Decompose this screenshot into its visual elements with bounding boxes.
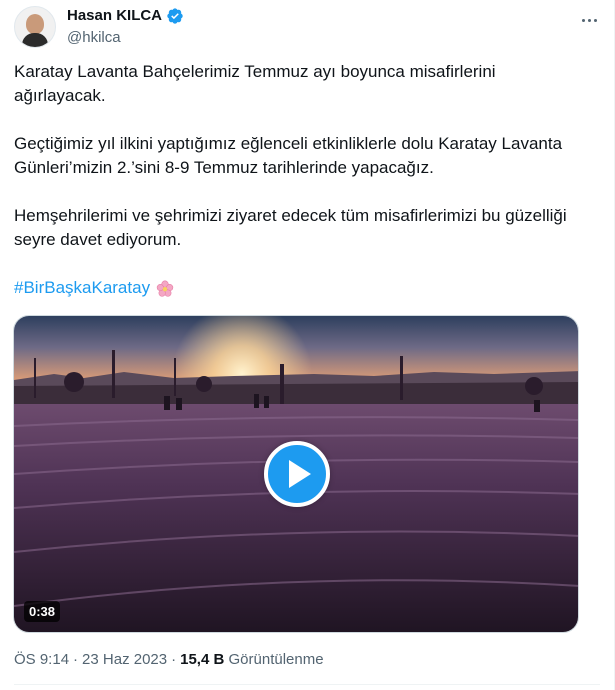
- video-player[interactable]: 0:38: [13, 315, 579, 633]
- tweet-header: Hasan KILCA @hkilca: [14, 4, 600, 54]
- cherry-blossom-icon: [156, 280, 174, 297]
- verified-badge-icon: [167, 8, 183, 24]
- views-count[interactable]: 15,4 B: [180, 651, 224, 668]
- author-info: Hasan KILCA @hkilca: [67, 6, 184, 48]
- tweet-paragraph: Karatay Lavanta Bahçelerimiz Temmuz ayı …: [14, 62, 496, 105]
- author-name-row: Hasan KILCA: [67, 6, 184, 26]
- tweet-date[interactable]: 23 Haz 2023: [82, 651, 167, 668]
- views-label: Görüntülenme: [228, 651, 324, 668]
- tweet-text: Karatay Lavanta Bahçelerimiz Temmuz ayı …: [14, 60, 586, 300]
- play-icon[interactable]: [264, 441, 330, 507]
- divider: [14, 684, 600, 685]
- tweet-time[interactable]: ÖS 9:14: [14, 651, 69, 668]
- more-options-icon[interactable]: [578, 10, 600, 30]
- tweet-meta: ÖS 9:14 · 23 Haz 2023 · 15,4 B Görüntülenme: [14, 650, 324, 670]
- meta-separator: ·: [73, 651, 79, 668]
- meta-separator: ·: [171, 651, 177, 668]
- hashtag-link[interactable]: #BirBaşkaKaratay: [14, 278, 150, 297]
- avatar[interactable]: [14, 6, 56, 48]
- author-name[interactable]: Hasan KILCA: [67, 6, 162, 26]
- tweet-paragraph: Hemşehrilerimi ve şehrimizi ziyaret edec…: [14, 206, 567, 249]
- tweet-paragraph: Geçtiğimiz yıl ilkini yaptığımız eğlence…: [14, 134, 563, 177]
- hashtag-line: #BirBaşkaKaratay: [14, 276, 586, 300]
- author-handle[interactable]: @hkilca: [67, 28, 184, 48]
- video-duration: 0:38: [24, 601, 61, 622]
- tweet-card: Hasan KILCA @hkilca Karatay Lavanta Bahç…: [0, 0, 615, 690]
